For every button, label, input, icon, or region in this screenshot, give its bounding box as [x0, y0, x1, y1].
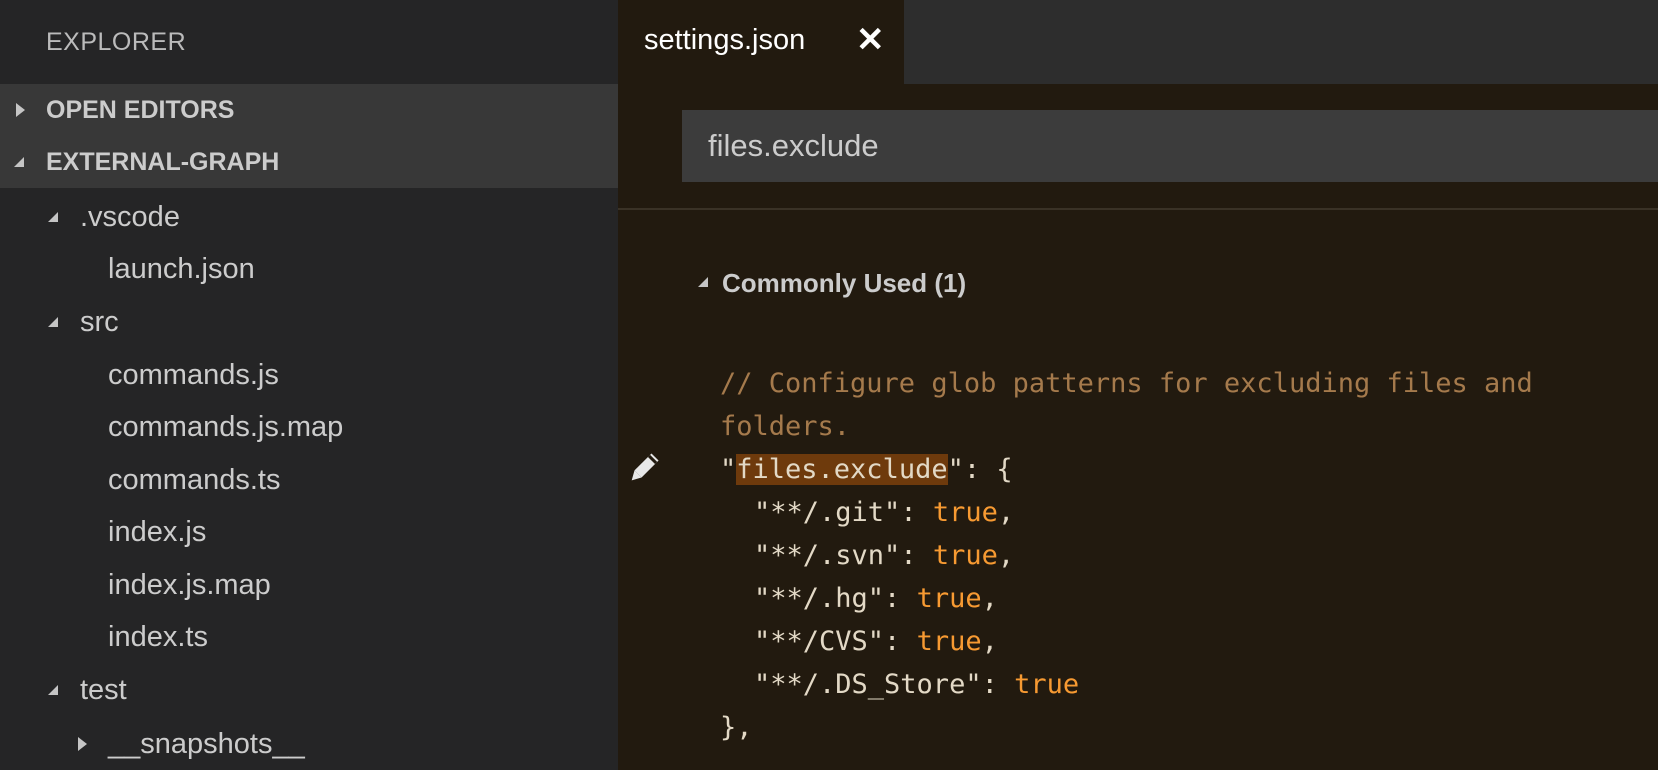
tree-folder-test[interactable]: test — [0, 664, 618, 716]
chevron-down-icon — [14, 157, 24, 167]
settings-search-input[interactable] — [682, 110, 1658, 182]
code-punct: ": { — [947, 454, 1013, 485]
code-punct: : — [884, 626, 917, 657]
tree-folder-snapshots[interactable]: __snapshots__ — [0, 718, 618, 770]
tree-item-label: src — [80, 305, 119, 338]
explorer-sidebar: EXPLORER OPEN EDITORS EXTERNAL-GRAPH .vs… — [0, 0, 618, 770]
tree-file-commands-ts[interactable]: commands.ts — [0, 454, 618, 506]
search-highlight: files.exclude — [736, 454, 948, 485]
settings-group-header[interactable]: Commonly Used (1) — [722, 268, 966, 299]
code-entry-key: "**/.DS_Store" — [754, 669, 982, 700]
tree-item-label: index.ts — [108, 620, 208, 653]
tree-item-label: commands.js — [108, 358, 279, 391]
tree-file-index-ts[interactable]: index.ts — [0, 611, 618, 663]
code-entry-line: "**/.svn": true, — [720, 534, 1620, 577]
section-label: EXTERNAL-GRAPH — [46, 147, 280, 176]
code-entry-key: "**/CVS" — [754, 626, 885, 657]
code-entry-value: true — [1014, 669, 1080, 700]
chevron-right-icon — [16, 103, 25, 117]
tree-item-label: commands.ts — [108, 463, 281, 496]
code-punct: : — [900, 540, 933, 571]
tree-item-label: __snapshots__ — [108, 727, 305, 760]
code-entry-value: true — [932, 497, 998, 528]
tree-folder-vscode[interactable]: .vscode — [0, 191, 618, 243]
tree-item-label: launch.json — [108, 252, 255, 285]
tree-file-index-js-map[interactable]: index.js.map — [0, 559, 618, 611]
code-entry-value: true — [916, 583, 982, 614]
tab-label: settings.json — [644, 24, 806, 56]
code-key-line: "files.exclude": { — [720, 448, 1620, 491]
settings-editor: settings.json ✕ Commonly Used (1) // Con… — [618, 0, 1658, 770]
code-punct: , — [997, 540, 1015, 571]
code-entry-line: "**/.hg": true, — [720, 577, 1620, 620]
code-punct: , — [981, 626, 998, 657]
code-entry-line: "**/.DS_Store": true — [720, 663, 1620, 706]
tree-file-commands-js[interactable]: commands.js — [0, 349, 618, 401]
code-punct: , — [981, 583, 998, 614]
explorer-title: EXPLORER — [46, 28, 187, 56]
code-close-line: }, — [720, 712, 753, 743]
code-punct: : — [884, 583, 917, 614]
close-icon[interactable]: ✕ — [856, 20, 885, 60]
code-entry-value: true — [932, 540, 998, 571]
tree-item-label: commands.js.map — [108, 410, 344, 443]
code-entry-line: "**/.git": true, — [720, 491, 1620, 534]
chevron-down-icon — [48, 685, 58, 695]
code-entry-key: "**/.git" — [754, 497, 901, 528]
code-punct: : — [900, 497, 933, 528]
pencil-edit-icon[interactable] — [624, 450, 662, 488]
code-entry-line: "**/CVS": true, — [720, 620, 1620, 663]
code-entry-key: "**/.svn" — [754, 540, 901, 571]
tree-item-label: index.js.map — [108, 568, 271, 601]
tree-item-label: .vscode — [80, 200, 180, 233]
code-quote: " — [720, 454, 737, 485]
tab-bar: settings.json ✕ — [618, 0, 1658, 84]
chevron-down-icon — [48, 212, 58, 222]
code-entry-key: "**/.hg" — [754, 583, 885, 614]
chevron-down-icon[interactable] — [698, 277, 708, 287]
code-comment-line: folders. — [720, 411, 851, 442]
settings-code-block[interactable]: // Configure glob patterns for excluding… — [720, 362, 1620, 749]
code-punct: : — [981, 669, 1015, 700]
code-comment-line: // Configure glob patterns for excluding… — [720, 368, 1533, 399]
section-label: OPEN EDITORS — [46, 95, 235, 124]
tree-item-label: index.js — [108, 515, 207, 548]
tree-file-launch-json[interactable]: launch.json — [0, 243, 618, 295]
tree-item-label: test — [80, 673, 127, 706]
tab-settings-json[interactable]: settings.json ✕ — [618, 0, 904, 84]
tree-file-commands-js-map[interactable]: commands.js.map — [0, 401, 618, 453]
code-entry-value: true — [916, 626, 982, 657]
section-external-graph[interactable]: EXTERNAL-GRAPH — [0, 136, 618, 188]
tree-file-index-js[interactable]: index.js — [0, 506, 618, 558]
divider — [618, 208, 1658, 210]
chevron-down-icon — [48, 317, 58, 327]
chevron-right-icon — [78, 737, 87, 751]
code-punct: , — [997, 497, 1015, 528]
section-open-editors[interactable]: OPEN EDITORS — [0, 84, 618, 136]
tree-folder-src[interactable]: src — [0, 296, 618, 348]
